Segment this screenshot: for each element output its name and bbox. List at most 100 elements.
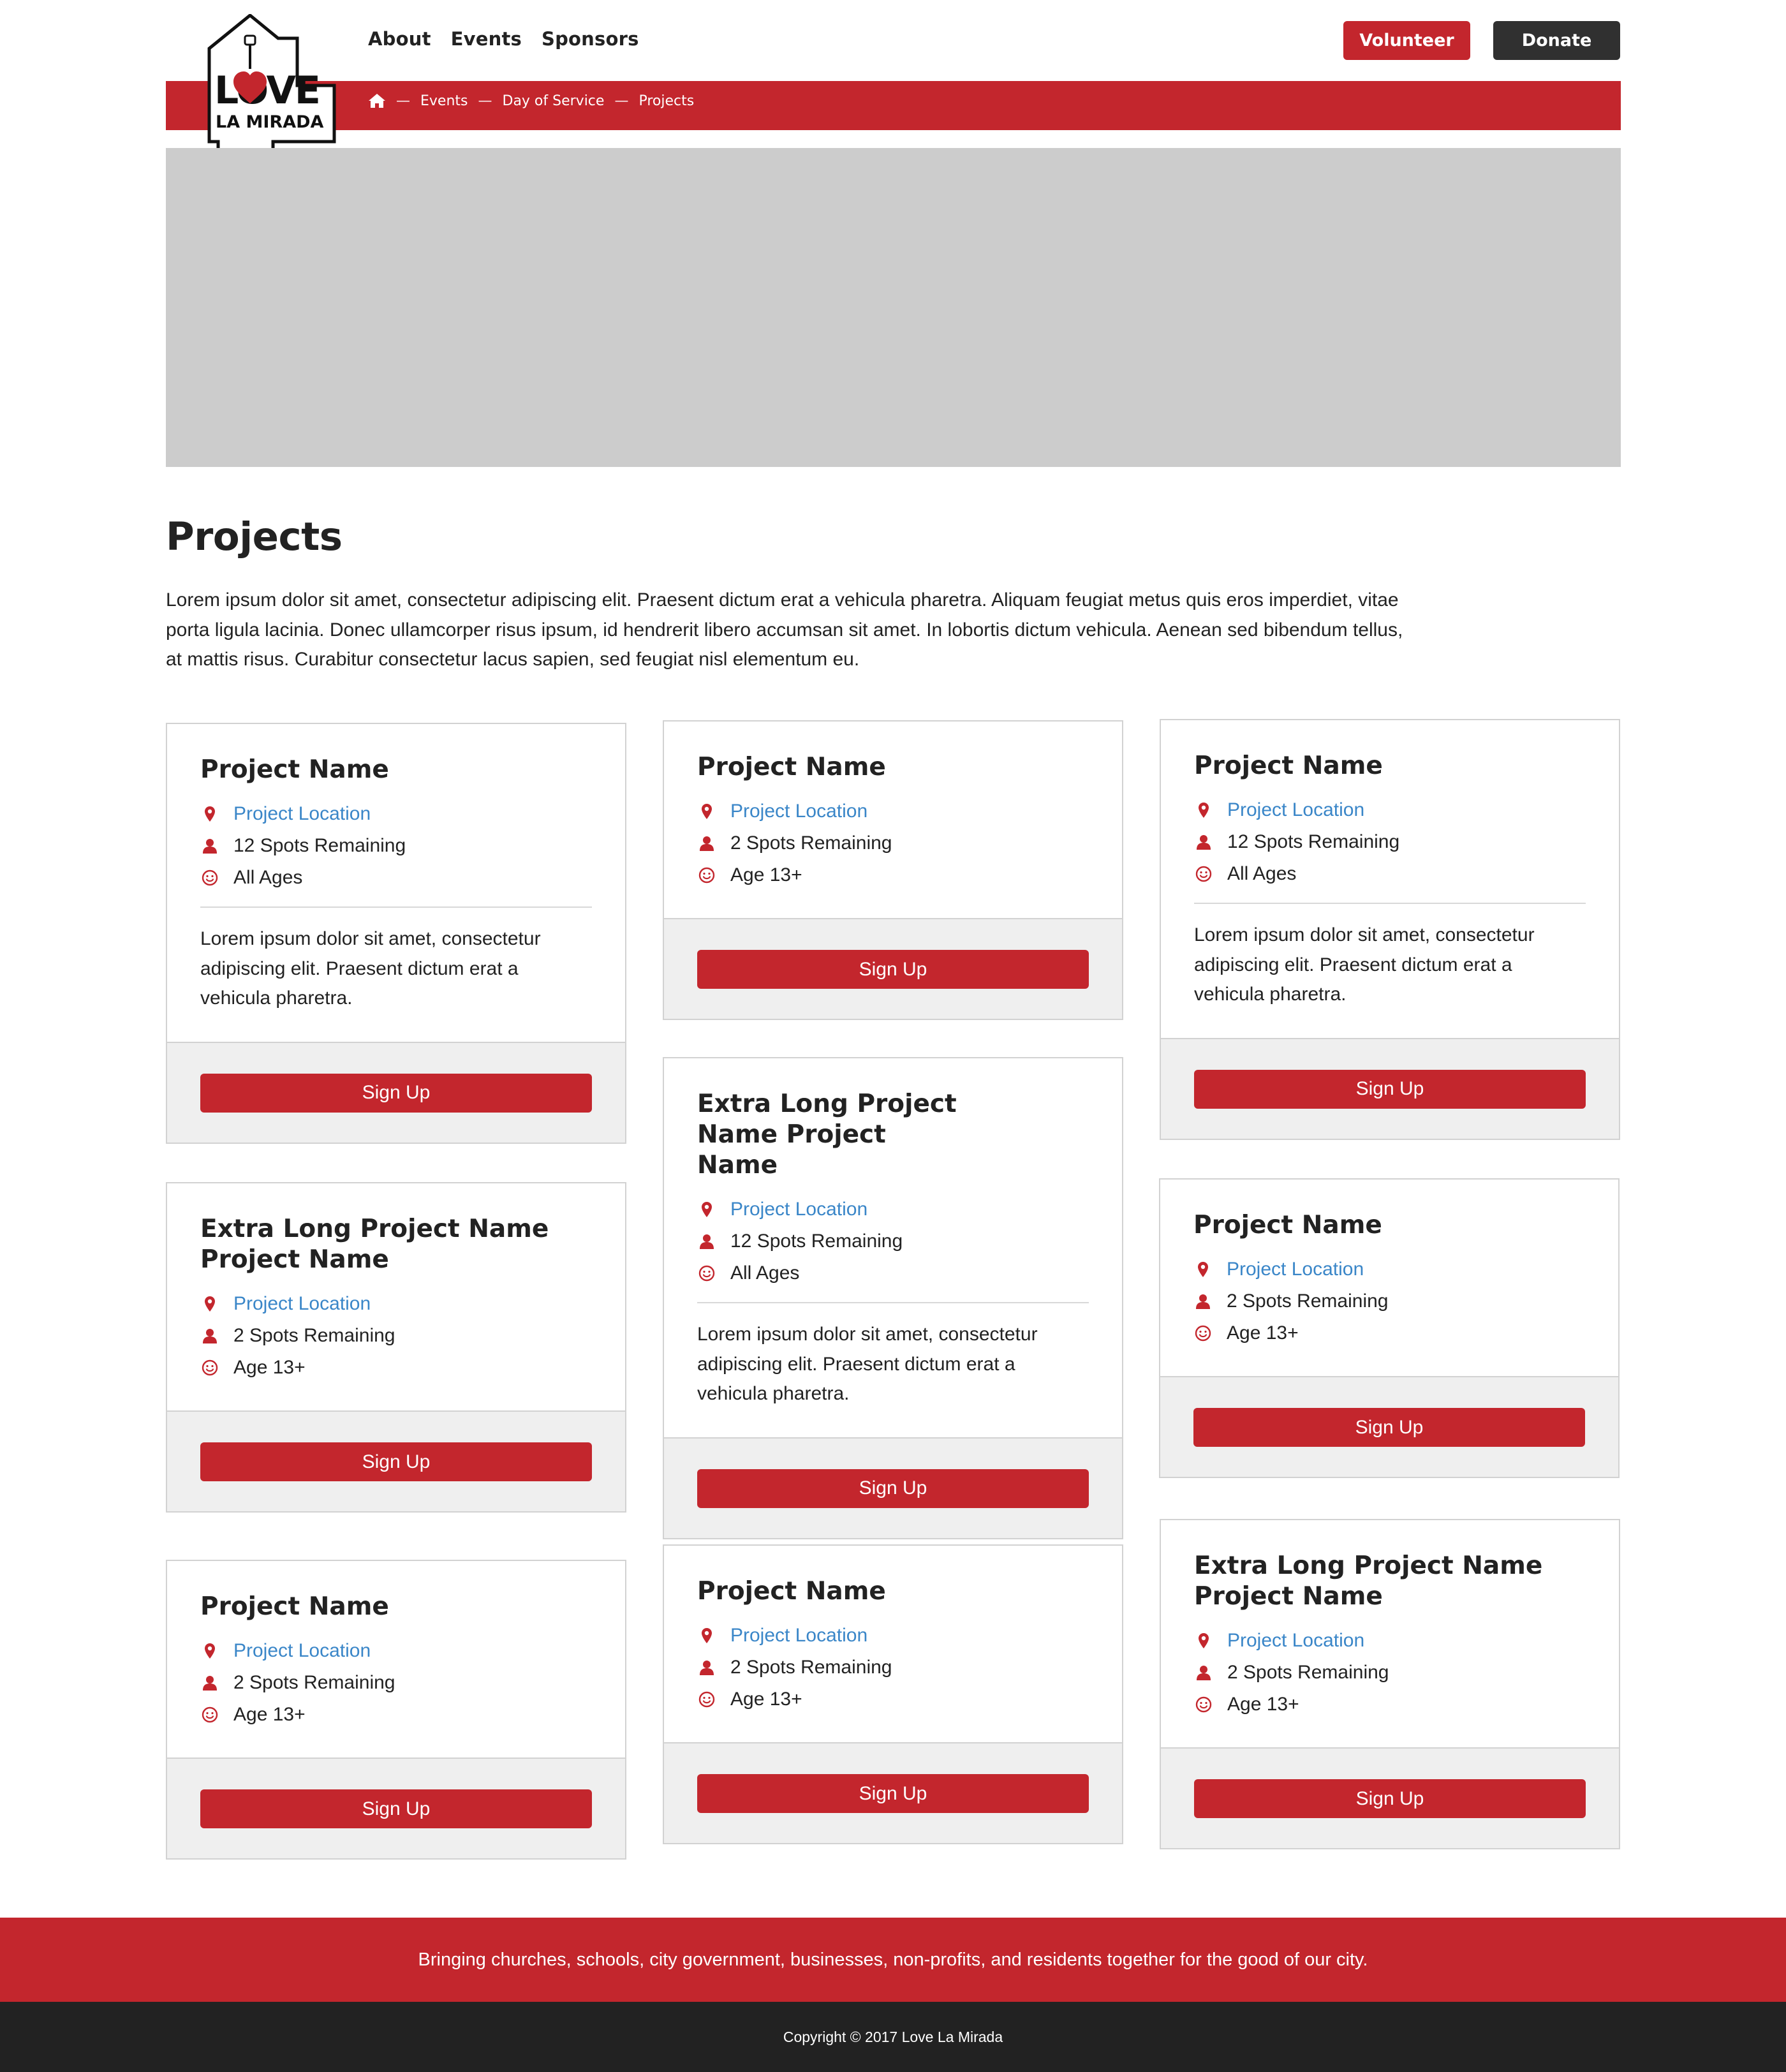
sign-up-button[interactable]: Sign Up	[200, 1073, 592, 1113]
project-description: Lorem ipsum dolor sit amet, consectetur …	[697, 1324, 1038, 1404]
footer-tagline: Bringing churches, schools, city governm…	[0, 1918, 1786, 2002]
project-title: Extra Long Project Name Project Name	[1194, 1551, 1543, 1611]
sign-up-button[interactable]: Sign Up	[697, 1469, 1089, 1508]
breadcrumb-day-of-service[interactable]: Day of Service	[503, 93, 605, 109]
project-title: Project Name	[1194, 751, 1383, 780]
project-location-link[interactable]: Project Location	[233, 803, 371, 825]
project-spots-row: 2 Spots Remaining	[697, 1652, 1089, 1684]
breadcrumb-separator: —	[478, 93, 492, 109]
project-spots-row: 12 Spots Remaining	[697, 1225, 1089, 1257]
breadcrumb-projects[interactable]: Projects	[638, 93, 694, 109]
user-icon	[697, 1232, 716, 1251]
home-icon[interactable]	[368, 93, 386, 109]
project-location-link[interactable]: Project Location	[233, 1640, 371, 1662]
project-location-row: Project Location	[697, 796, 1089, 827]
project-age-row: Age 13+	[200, 1352, 592, 1384]
smiley-icon	[1193, 1324, 1213, 1343]
volunteer-button[interactable]: Volunteer	[1343, 21, 1470, 60]
project-location-row: Project Location	[1194, 1625, 1586, 1657]
map-pin-icon	[697, 1626, 716, 1645]
project-card: Project Name Project Location 12 Spots R…	[166, 723, 626, 1144]
project-card: Project Name Project Location 2 Spots Re…	[166, 1560, 626, 1860]
project-age: All Ages	[730, 1262, 800, 1284]
user-icon	[1193, 1292, 1213, 1311]
map-pin-icon	[200, 804, 219, 824]
project-spots-row: 12 Spots Remaining	[1194, 826, 1586, 858]
hero-image-placeholder	[166, 148, 1621, 467]
project-title: Project Name	[200, 755, 389, 784]
map-pin-icon	[200, 1294, 219, 1314]
user-icon	[697, 834, 716, 853]
sign-up-button[interactable]: Sign Up	[200, 1442, 592, 1481]
page-title: Projects	[166, 514, 343, 559]
project-meta: Project Location 2 Spots Remaining Age 1…	[697, 796, 1089, 891]
card-body: Extra Long Project Name Project Name Pro…	[167, 1183, 625, 1410]
sign-up-button[interactable]: Sign Up	[697, 950, 1089, 989]
project-spots-row: 2 Spots Remaining	[697, 827, 1089, 859]
site-logo[interactable]: LOVE LA MIRADA	[202, 13, 341, 163]
project-spots: 2 Spots Remaining	[233, 1672, 395, 1693]
card-body: Project Name Project Location 12 Spots R…	[1161, 720, 1619, 1038]
breadcrumb: — Events — Day of Service — Projects	[368, 93, 694, 109]
project-location-link[interactable]: Project Location	[730, 1199, 867, 1220]
nav-sponsors[interactable]: Sponsors	[542, 28, 639, 50]
user-icon	[200, 1326, 219, 1345]
project-location-link[interactable]: Project Location	[730, 801, 867, 822]
smiley-icon	[697, 1264, 716, 1283]
nav-events[interactable]: Events	[451, 28, 522, 50]
project-card: Project Name Project Location 12 Spots R…	[1160, 719, 1620, 1140]
main-nav: About Events Sponsors	[368, 28, 639, 50]
project-age: Age 13+	[730, 864, 802, 885]
smiley-icon	[697, 866, 716, 885]
project-location-link[interactable]: Project Location	[1227, 1259, 1364, 1280]
card-footer: Sign Up	[664, 918, 1122, 1019]
user-icon	[200, 1673, 219, 1692]
smiley-icon	[200, 868, 219, 887]
project-spots: 12 Spots Remaining	[730, 1231, 903, 1252]
logo-love-text: LOVE	[214, 68, 320, 113]
project-title: Project Name	[1193, 1211, 1382, 1240]
card-body: Project Name Project Location 2 Spots Re…	[1160, 1180, 1618, 1376]
project-location-link[interactable]: Project Location	[730, 1625, 867, 1647]
project-location-row: Project Location	[1193, 1254, 1585, 1285]
sign-up-button[interactable]: Sign Up	[1194, 1779, 1586, 1818]
project-title: Project Name	[697, 753, 886, 781]
project-age: Age 13+	[1227, 1322, 1299, 1343]
project-description: Lorem ipsum dolor sit amet, consectetur …	[1194, 924, 1535, 1005]
project-age-row: Age 13+	[1194, 1689, 1586, 1721]
project-location-link[interactable]: Project Location	[1227, 799, 1364, 821]
project-location-row: Project Location	[200, 1635, 592, 1667]
map-pin-icon	[1194, 801, 1213, 820]
project-spots: 2 Spots Remaining	[1227, 1662, 1389, 1683]
project-meta: Project Location 2 Spots Remaining Age 1…	[200, 1288, 592, 1384]
project-meta: Project Location 2 Spots Remaining Age 1…	[1194, 1625, 1586, 1721]
sign-up-button[interactable]: Sign Up	[200, 1789, 592, 1828]
project-location-link[interactable]: Project Location	[1227, 1630, 1364, 1652]
project-title: Extra Long Project Name Project Name	[200, 1215, 549, 1274]
card-footer: Sign Up	[167, 1410, 625, 1511]
map-pin-icon	[1193, 1260, 1213, 1279]
project-description: Lorem ipsum dolor sit amet, consectetur …	[200, 928, 541, 1009]
project-meta: Project Location 2 Spots Remaining Age 1…	[1193, 1254, 1585, 1349]
project-age: Age 13+	[233, 1357, 306, 1378]
footer-copyright: Copyright © 2017 Love La Mirada	[0, 2002, 1786, 2072]
project-card: Project Name Project Location 2 Spots Re…	[663, 1544, 1123, 1844]
nav-about[interactable]: About	[368, 28, 431, 50]
project-spots: 12 Spots Remaining	[233, 835, 406, 856]
card-body: Extra Long Project Name Project Name Pro…	[664, 1058, 1122, 1437]
smiley-icon	[1194, 864, 1213, 884]
project-location-row: Project Location	[697, 1194, 1089, 1225]
sign-up-button[interactable]: Sign Up	[697, 1774, 1089, 1813]
sign-up-button[interactable]: Sign Up	[1194, 1069, 1586, 1109]
donate-button[interactable]: Donate	[1493, 21, 1620, 60]
user-icon	[1194, 1663, 1213, 1682]
card-footer: Sign Up	[167, 1758, 625, 1858]
breadcrumb-events[interactable]: Events	[420, 93, 468, 109]
project-age: Age 13+	[730, 1689, 802, 1710]
project-location-link[interactable]: Project Location	[233, 1293, 371, 1315]
site-header: About Events Sponsors Volunteer Donate —…	[0, 0, 1786, 163]
sign-up-button[interactable]: Sign Up	[1193, 1408, 1585, 1447]
project-age-row: Age 13+	[697, 1684, 1089, 1715]
project-age-row: All Ages	[697, 1257, 1089, 1289]
card-footer: Sign Up	[1161, 1747, 1619, 1848]
